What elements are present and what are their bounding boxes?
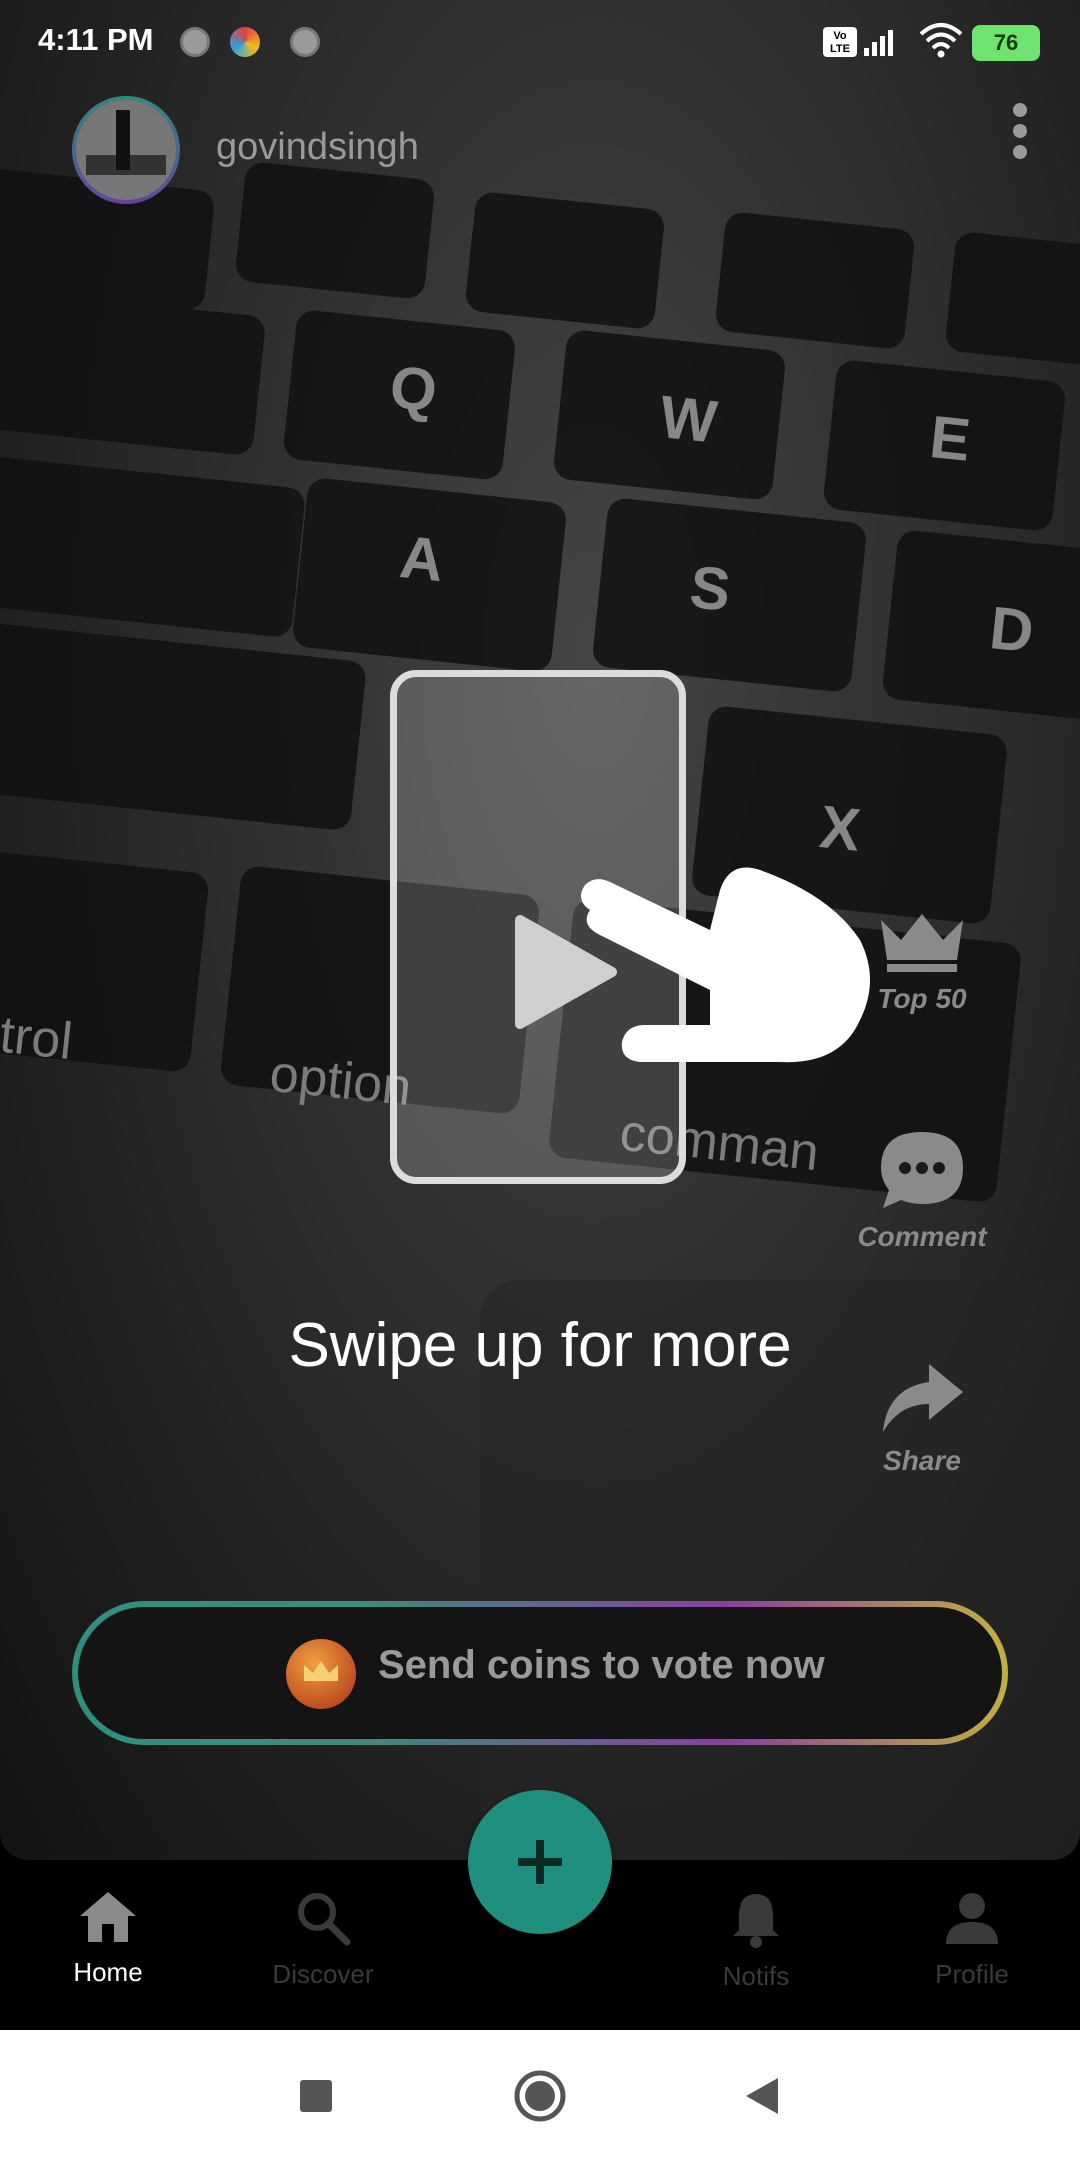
recents-icon[interactable] [296,2076,336,2116]
nav-home[interactable]: Home [28,1890,188,1988]
comment-label: Comment [857,1221,987,1252]
battery-icon: 76 [972,25,1040,61]
svg-text:Vo: Vo [833,30,847,42]
svg-text:LTE: LTE [830,43,850,55]
nav-profile-label: Profile [935,1959,1009,1989]
home-circle-icon[interactable] [512,2068,568,2124]
crown-icon [881,914,963,972]
notification-dot-icon [290,27,320,57]
share-label: Share [883,1445,961,1476]
system-nav-bar [0,2030,1080,2160]
notification-dot-icon [180,27,210,57]
back-icon[interactable] [742,2074,782,2118]
app-icon [230,27,260,57]
nav-home-label: Home [73,1957,143,1987]
top50-label: Top 50 [877,983,967,1014]
send-coins-vote-button[interactable]: Send coins to vote now [72,1601,1008,1745]
nav-notifs-label: Notifs [722,1961,790,1991]
nav-discover[interactable]: Discover [243,1890,403,1990]
signal-icon [864,30,893,56]
coin-crown-icon [286,1639,356,1709]
volte-icon: Vo LTE [823,27,857,57]
comment-icon [881,1132,963,1208]
username[interactable]: govindsingh [216,126,419,169]
avatar[interactable] [72,96,180,204]
vote-label: Send coins to vote now [378,1643,825,1687]
top50-button[interactable]: Top 50 [832,910,1012,1015]
comment-button[interactable]: Comment [832,1128,1012,1253]
search-icon [298,1893,351,1946]
create-post-button[interactable] [468,1790,612,1934]
status-time: 4:11 PM [38,22,154,57]
more-vert-icon[interactable] [1000,98,1040,168]
swipe-hint-text: Swipe up for more [288,1311,792,1380]
plus-icon [518,1840,562,1884]
nav-discover-label: Discover [272,1959,374,1989]
nav-notifs[interactable]: Notifs [676,1890,836,1992]
status-bar: 4:11 PM Vo LTE 76 [0,0,1080,90]
person-icon [946,1893,998,1944]
home-icon [80,1892,136,1942]
bell-icon [733,1894,779,1948]
nav-profile[interactable]: Profile [892,1890,1052,1990]
wifi-icon [919,23,963,58]
